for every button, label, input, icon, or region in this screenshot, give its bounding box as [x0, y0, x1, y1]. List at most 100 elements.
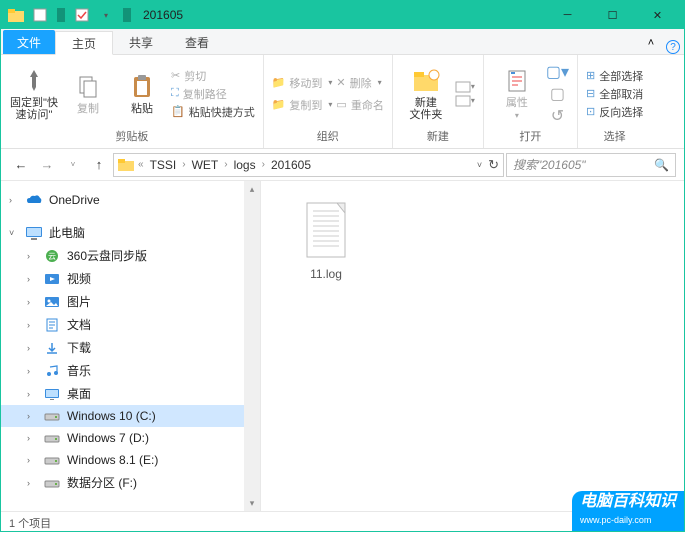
delete-button[interactable]: ✕删除▾ — [336, 75, 383, 91]
tab-file[interactable]: 文件 — [3, 30, 55, 54]
tab-view[interactable]: 查看 — [169, 30, 225, 54]
drive-icon — [43, 430, 61, 446]
tree-item-label: Windows 7 (D:) — [67, 431, 149, 445]
ribbon-collapse[interactable]: ˄ — [640, 32, 662, 54]
tree-item[interactable]: ›数据分区 (F:) — [1, 471, 260, 494]
tree-item[interactable]: ›图片 — [1, 290, 260, 313]
tree-item[interactable]: ›文档 — [1, 313, 260, 336]
address-bar[interactable]: « TSSI › WET › logs › 201605 ˅ ↻ — [113, 153, 504, 177]
nav-forward-button[interactable]: → — [35, 153, 59, 177]
refresh-button[interactable]: ↻ — [488, 157, 499, 173]
close-button[interactable]: ✕ — [635, 1, 680, 29]
help-button[interactable]: ? — [666, 40, 680, 54]
history-icon[interactable]: ↺ — [546, 106, 569, 126]
minimize-button[interactable]: ─ — [545, 1, 590, 29]
invert-icon: ⊡ — [586, 105, 595, 118]
drive-icon — [43, 408, 61, 424]
breadcrumb-item[interactable]: logs — [232, 158, 258, 172]
watermark-badge: 电脑百科知识 www.pc-daily.com — [572, 491, 684, 531]
easy-access-icon[interactable]: ▾ — [455, 95, 475, 107]
tree-item[interactable]: ›Windows 10 (C:) — [1, 405, 260, 427]
group-open-label: 打开 — [519, 128, 541, 144]
pin-button[interactable]: 固定到"快 速访问" — [9, 67, 59, 121]
tree-item-label: 360云盘同步版 — [67, 247, 147, 264]
tree-item[interactable]: ›音乐 — [1, 359, 260, 382]
new-folder-button[interactable]: 新建 文件夹 — [401, 67, 451, 121]
tree-item[interactable]: ›桌面 — [1, 382, 260, 405]
ribbon: 固定到"快 速访问" 复制 粘贴 ✂剪切 ⛶复制路径 📋粘贴快捷方式 剪贴板 📁… — [1, 55, 684, 149]
documents-icon — [43, 317, 61, 333]
file-item[interactable]: 11.log — [281, 201, 371, 281]
paste-button[interactable]: 粘贴 — [117, 73, 167, 115]
copy-path-button[interactable]: ⛶复制路径 — [171, 86, 255, 102]
group-clipboard-label: 剪贴板 — [115, 128, 148, 144]
svg-text:云: 云 — [48, 252, 56, 261]
cloud360-icon: 云 — [43, 248, 61, 264]
file-name: 11.log — [310, 267, 342, 281]
open-icon[interactable]: ▢▾ — [546, 62, 569, 82]
breadcrumb-item[interactable]: 201605 — [269, 158, 313, 172]
move-to-button[interactable]: 📁移动到▾ — [272, 75, 333, 91]
ribbon-tabs: 文件 主页 共享 查看 ˄ ? — [1, 29, 684, 55]
tab-share[interactable]: 共享 — [113, 30, 169, 54]
nav-up-button[interactable]: ↑ — [87, 153, 111, 177]
navbar: ← → ˅ ↑ « TSSI › WET › logs › 201605 ˅ ↻… — [1, 149, 684, 181]
tree-item[interactable]: ›云360云盘同步版 — [1, 244, 260, 267]
drive-icon — [43, 475, 61, 491]
cut-icon: ✂ — [171, 69, 180, 82]
tree-item-label: 图片 — [67, 293, 91, 310]
music-icon — [43, 363, 61, 379]
tree-item[interactable]: ›视频 — [1, 267, 260, 290]
rename-icon: ▭ — [336, 98, 346, 111]
search-placeholder: 搜索"201605" — [513, 156, 586, 173]
file-list[interactable]: 11.log — [261, 181, 684, 511]
desktop-icon — [43, 386, 61, 402]
status-item-count: 1 个项目 — [9, 515, 51, 531]
select-none-icon: ⊟ — [586, 87, 595, 100]
window-title: 201605 — [143, 8, 183, 22]
delete-icon: ✕ — [336, 76, 345, 89]
copy-to-button[interactable]: 📁复制到▾ — [272, 97, 333, 113]
qat-item[interactable] — [29, 4, 51, 26]
tree-item-label: 数据分区 (F:) — [67, 474, 137, 491]
copy-button[interactable]: 复制 — [63, 73, 113, 115]
tree-item[interactable]: ›Windows 7 (D:) — [1, 427, 260, 449]
edit-icon[interactable]: ▢ — [546, 84, 569, 104]
breadcrumb-item[interactable]: WET — [190, 158, 221, 172]
paste-icon — [130, 73, 154, 101]
text-file-icon — [301, 201, 351, 261]
tree-item-label: 音乐 — [67, 362, 91, 379]
invert-selection-button[interactable]: ⊡反向选择 — [586, 104, 643, 120]
address-dropdown[interactable]: ˅ — [477, 160, 482, 170]
cut-button[interactable]: ✂剪切 — [171, 68, 255, 84]
tree-thispc[interactable]: ˅ 此电脑 — [1, 221, 260, 244]
tree-onedrive[interactable]: › OneDrive — [1, 189, 260, 211]
qat-check-icon[interactable] — [71, 4, 93, 26]
tree-scrollbar[interactable]: ▴ ▾ — [244, 181, 260, 511]
rename-button[interactable]: ▭重命名 — [336, 97, 383, 113]
tree-item[interactable]: ›下载 — [1, 336, 260, 359]
maximize-button[interactable]: ☐ — [590, 1, 635, 29]
tree-item-label: 下载 — [67, 339, 91, 356]
tree-item-label: 文档 — [67, 316, 91, 333]
nav-back-button[interactable]: ← — [9, 153, 33, 177]
group-select-label: 选择 — [604, 128, 626, 144]
path-icon: ⛶ — [171, 87, 179, 100]
nav-tree[interactable]: › OneDrive ˅ 此电脑 ›云360云盘同步版›视频›图片›文档›下载›… — [1, 181, 261, 511]
nav-recent-dropdown[interactable]: ˅ — [61, 153, 85, 177]
qat-dropdown[interactable]: ▾ — [95, 4, 117, 26]
tab-home[interactable]: 主页 — [55, 31, 113, 55]
properties-button[interactable]: 属性 ▾ — [492, 67, 542, 120]
drive-icon — [43, 452, 61, 468]
moveto-icon: 📁 — [272, 76, 286, 89]
select-none-button[interactable]: ⊟全部取消 — [586, 86, 643, 102]
select-all-icon: ⊞ — [586, 69, 595, 82]
select-all-button[interactable]: ⊞全部选择 — [586, 68, 643, 84]
paste-shortcut-button[interactable]: 📋粘贴快捷方式 — [171, 104, 255, 120]
breadcrumb-item[interactable]: TSSI — [148, 158, 179, 172]
tree-item[interactable]: ›Windows 8.1 (E:) — [1, 449, 260, 471]
copy-icon — [76, 73, 100, 101]
new-item-icon[interactable]: ▾ — [455, 81, 475, 93]
search-input[interactable]: 搜索"201605" 🔍 — [506, 153, 676, 177]
copyto-icon: 📁 — [272, 98, 286, 111]
